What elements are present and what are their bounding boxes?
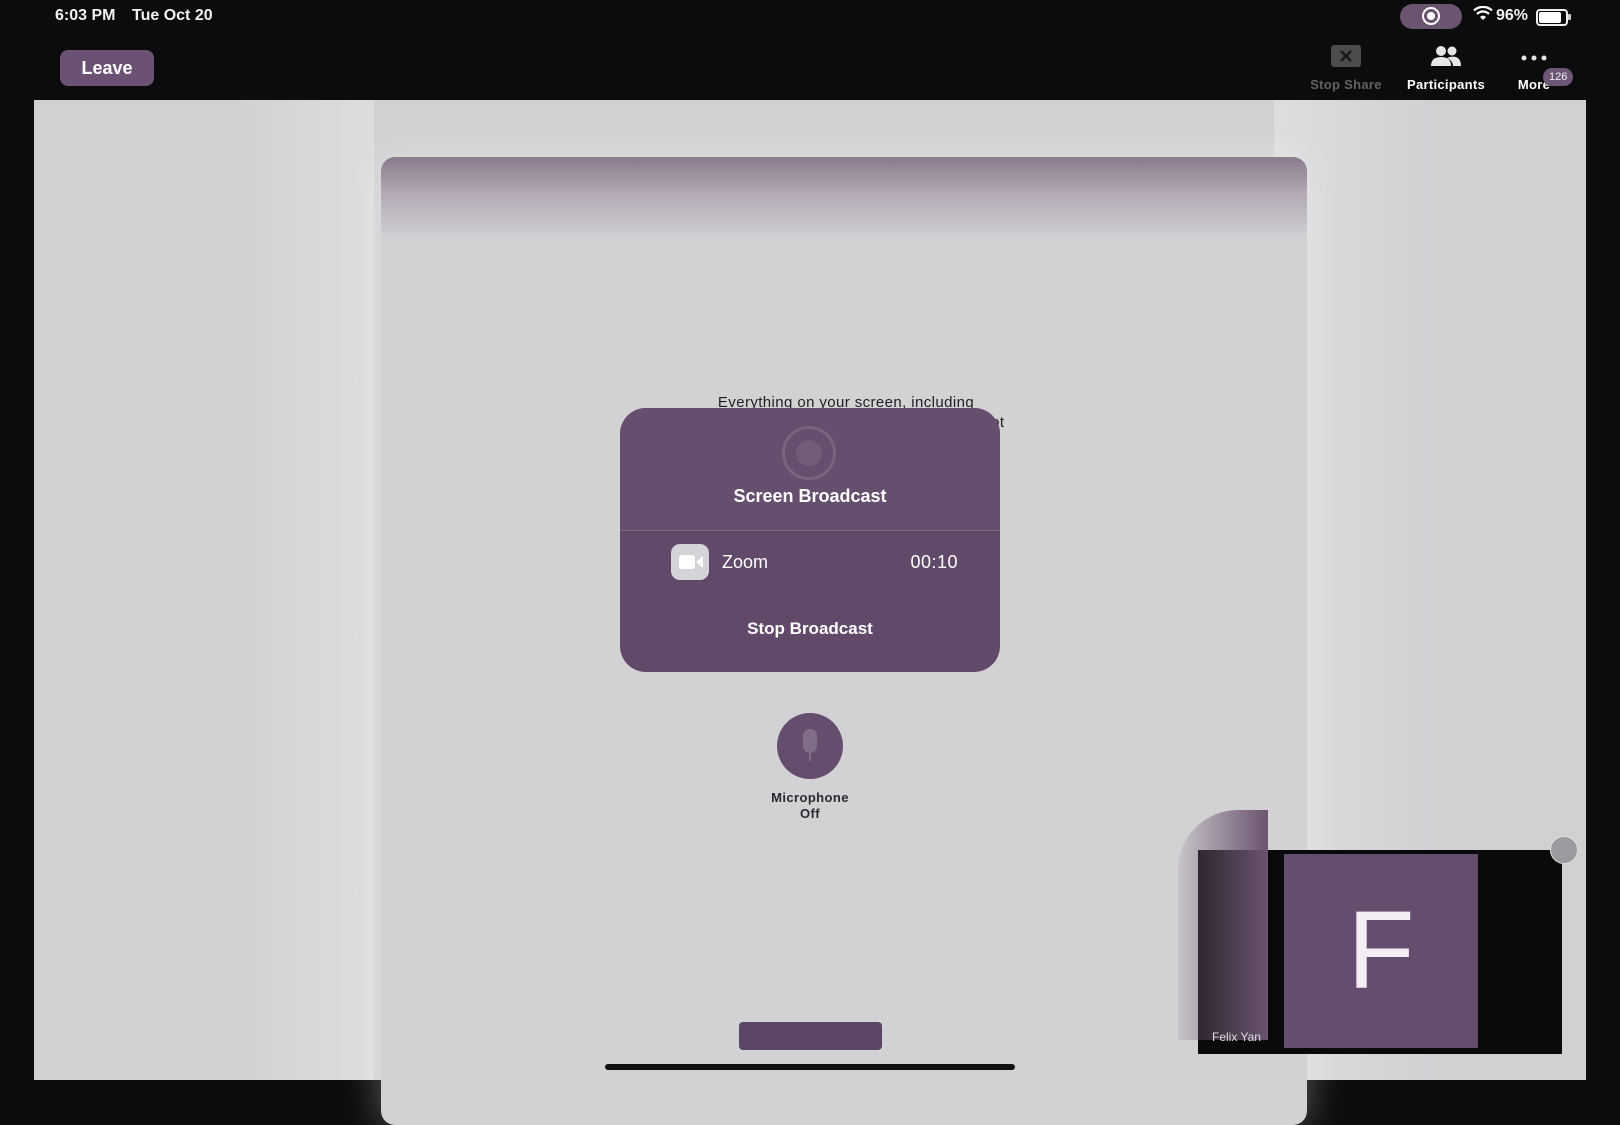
participant-count-badge: 126 bbox=[1543, 68, 1574, 86]
more-icon bbox=[1521, 55, 1547, 61]
sheet-header bbox=[381, 157, 1307, 239]
microphone-icon bbox=[803, 729, 817, 761]
more-button[interactable]: More bbox=[1484, 44, 1584, 92]
microphone-status-label: Microphone Off bbox=[771, 790, 849, 821]
battery-icon bbox=[1536, 9, 1571, 26]
status-date: Tue Oct 20 bbox=[132, 7, 213, 24]
broadcast-app-row[interactable]: Zoom 00:10 bbox=[620, 538, 1000, 588]
zoom-app-icon bbox=[671, 544, 709, 580]
stop-share-button[interactable]: Stop Share bbox=[1296, 44, 1396, 92]
stop-share-icon bbox=[1331, 45, 1361, 67]
wifi-icon bbox=[1473, 6, 1493, 20]
home-indicator[interactable] bbox=[605, 1064, 1015, 1070]
screen-record-icon[interactable] bbox=[1400, 4, 1462, 29]
battery-percentage: 96% bbox=[1496, 7, 1529, 24]
record-icon bbox=[782, 426, 836, 480]
stop-broadcast-button[interactable]: Stop Broadcast bbox=[620, 608, 1000, 648]
stop-share-label: Stop Share bbox=[1310, 77, 1382, 92]
screen-broadcast-card: Screen Broadcast Zoom 00:10 Stop Broadca… bbox=[620, 408, 1000, 672]
participants-label: Participants bbox=[1406, 77, 1485, 92]
video-tile-name: Felix Yan bbox=[1212, 1030, 1261, 1044]
ghost-name-tag bbox=[739, 1022, 882, 1050]
participants-icon bbox=[1431, 46, 1461, 66]
broadcast-app-name: Zoom bbox=[722, 552, 769, 572]
screen-broadcast-title: Screen Broadcast bbox=[733, 486, 887, 506]
self-video-tile[interactable]: F Felix Yan bbox=[1178, 810, 1562, 1054]
status-bar: 6:03 PM Tue Oct 20 96% bbox=[0, 0, 1620, 34]
participants-button[interactable]: Participants bbox=[1396, 44, 1496, 92]
broadcast-timer: 00:10 bbox=[910, 552, 958, 572]
video-tile-drag-handle[interactable] bbox=[1550, 836, 1578, 864]
meeting-toolbar: Leave Stop Share Participants More 126 bbox=[0, 34, 1620, 100]
microphone-toggle-button[interactable] bbox=[777, 713, 843, 779]
avatar: F bbox=[1347, 889, 1415, 1012]
leave-button[interactable]: Leave bbox=[60, 50, 154, 86]
status-time: 6:03 PM bbox=[55, 7, 116, 24]
